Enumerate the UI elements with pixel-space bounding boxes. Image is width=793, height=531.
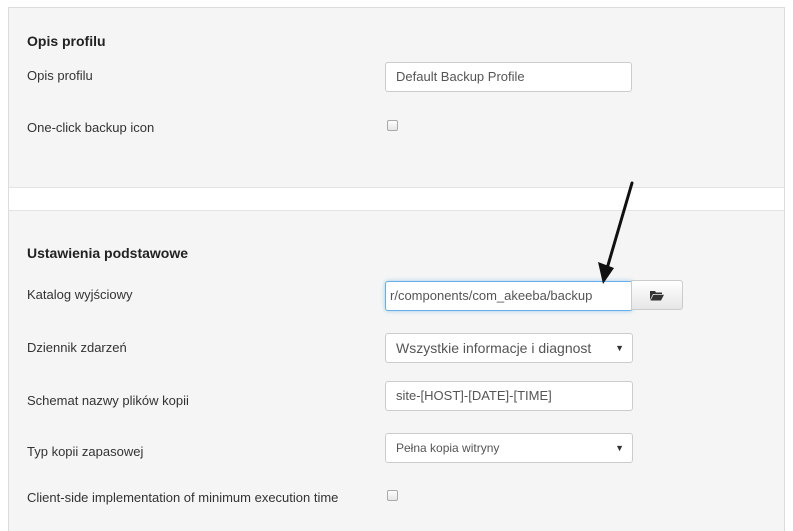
archive-naming-label: Schemat nazwy plików kopii — [27, 393, 189, 408]
caret-down-icon: ▼ — [615, 343, 624, 353]
backup-type-label: Typ kopii zapasowej — [27, 444, 144, 459]
oneclick-backup-label: One-click backup icon — [27, 120, 155, 135]
basic-settings-section: Ustawienia podstawowe Katalog wyjściowy … — [9, 210, 784, 531]
output-directory-label: Katalog wyjściowy — [27, 287, 133, 302]
log-level-label: Dziennik zdarzeń — [27, 340, 127, 355]
profile-description-input[interactable]: Default Backup Profile — [385, 62, 632, 92]
basic-settings-title: Ustawienia podstawowe — [27, 245, 189, 261]
caret-down-icon: ▼ — [615, 443, 624, 453]
folder-open-icon — [650, 290, 664, 300]
profile-section-title: Opis profilu — [27, 33, 106, 49]
backup-type-value: Pełna kopia witryny — [396, 441, 500, 455]
log-level-value: Wszystkie informacje i diagnost — [396, 340, 592, 356]
client-side-execution-checkbox[interactable] — [387, 490, 398, 501]
oneclick-backup-checkbox[interactable] — [387, 120, 398, 131]
backup-type-select[interactable]: Pełna kopia witryny ▼ — [385, 433, 633, 463]
client-side-execution-label: Client-side implementation of minimum ex… — [27, 490, 339, 505]
profile-description-label: Opis profilu — [27, 68, 93, 83]
profile-section: Opis profilu Opis profilu Default Backup… — [9, 8, 784, 188]
archive-naming-input[interactable]: site-[HOST]-[DATE]-[TIME] — [385, 381, 633, 411]
log-level-select[interactable]: Wszystkie informacje i diagnost ▼ — [385, 333, 633, 363]
arrow-annotation-icon — [598, 181, 634, 284]
